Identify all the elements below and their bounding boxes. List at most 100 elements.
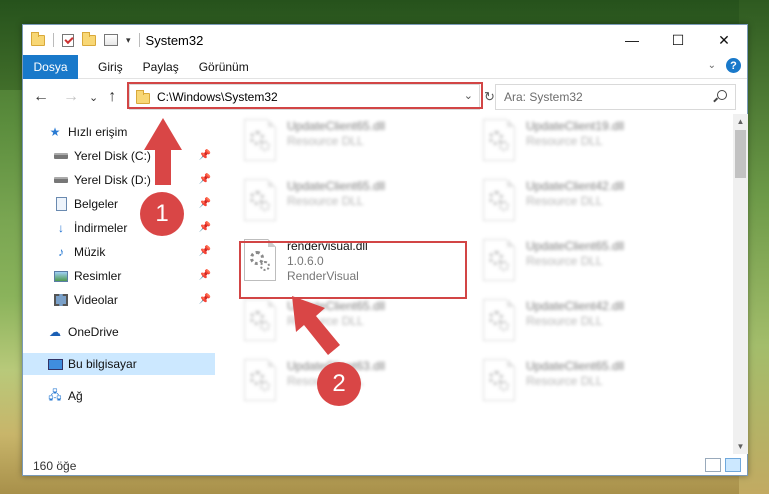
window-controls: — ☐ ✕	[609, 25, 747, 55]
file-item[interactable]: UpdateClient65.dll Resource DLL	[479, 359, 689, 411]
tab-file[interactable]: Dosya	[23, 54, 78, 79]
sidebar-item-this-pc[interactable]: Bu bilgisayar	[23, 353, 215, 375]
properties-check-icon[interactable]	[62, 33, 74, 47]
file-item[interactable]: UpdateClient42.dll Resource DLL	[479, 179, 689, 231]
forward-button[interactable]: →	[63, 88, 79, 106]
file-description: Resource DLL	[526, 194, 603, 208]
scrollbar-thumb[interactable]	[735, 130, 746, 178]
scroll-up-icon[interactable]: ▲	[733, 114, 748, 129]
dll-file-icon	[240, 179, 280, 227]
help-button[interactable]: ?	[726, 58, 741, 73]
file-description: Resource DLL	[287, 194, 364, 208]
sidebar-item-label: Bu bilgisayar	[68, 357, 137, 371]
sidebar-item-label: Videolar	[74, 293, 118, 307]
sidebar-item-videos[interactable]: Videolar 📌	[23, 289, 215, 311]
documents-icon	[53, 197, 69, 211]
sidebar-item-onedrive[interactable]: ☁ OneDrive	[23, 321, 215, 343]
file-item[interactable]: UpdateClient65.dll Resource DLL	[240, 179, 450, 231]
toolbar-divider	[138, 33, 140, 47]
file-item[interactable]: UpdateClient65.dll Resource DLL	[479, 239, 689, 291]
properties-icon[interactable]	[104, 34, 118, 46]
step-marker-2: 2	[317, 362, 361, 406]
up-button[interactable]: ↑	[108, 88, 116, 106]
pin-icon: 📌	[198, 270, 211, 281]
sidebar-item-local-disk-c[interactable]: Yerel Disk (C:) 📌	[23, 145, 215, 167]
recent-locations-button[interactable]: ⌄	[89, 91, 98, 104]
file-name: UpdateClient19.dll	[526, 119, 625, 133]
sidebar-item-local-disk-d[interactable]: Yerel Disk (D:) 📌	[23, 169, 215, 191]
step-marker-1: 1	[140, 192, 184, 236]
tab-home[interactable]: Giriş	[98, 60, 123, 74]
file-highlight-box	[239, 241, 467, 299]
vertical-scrollbar[interactable]: ▲ ▼	[733, 114, 748, 454]
pin-icon: 📌	[198, 198, 211, 209]
details-view-icon[interactable]	[705, 458, 721, 472]
search-placeholder: Ara: System32	[504, 90, 583, 104]
explorer-window: ▾ System32 — ☐ ✕ Dosya Giriş Paylaş Görü…	[22, 24, 748, 476]
pin-icon: 📌	[198, 174, 211, 185]
status-bar: 160 öğe	[23, 455, 747, 476]
pictures-icon	[53, 269, 69, 283]
sidebar-item-label: Yerel Disk (C:)	[74, 149, 151, 163]
file-name: UpdateClient42.dll	[526, 299, 625, 313]
drive-icon	[53, 149, 69, 163]
file-item[interactable]: UpdateClient42.dll Resource DLL	[479, 299, 689, 351]
title-bar: ▾ System32 — ☐ ✕	[23, 25, 747, 55]
computer-icon	[47, 357, 63, 371]
ribbon-tabs: Dosya Giriş Paylaş Görünüm ⌄ ?	[23, 54, 747, 79]
file-item[interactable]: UpdateClient65.dll Resource DLL	[240, 299, 450, 351]
sidebar-item-label: Belgeler	[74, 197, 119, 211]
sidebar-item-label: Ağ	[68, 389, 83, 403]
pin-icon: 📌	[198, 294, 211, 305]
minimize-button[interactable]: —	[609, 25, 655, 55]
file-description: Resource DLL	[526, 314, 603, 328]
dll-file-icon	[479, 359, 519, 407]
tab-view[interactable]: Görünüm	[199, 60, 249, 74]
sidebar-item-network[interactable]: 🖧 Ağ	[23, 385, 215, 407]
sidebar-item-music[interactable]: ♪ Müzik 📌	[23, 241, 215, 263]
search-icon[interactable]	[717, 90, 727, 100]
file-description: Resource DLL	[526, 134, 603, 148]
sidebar-item-label: Hızlı erişim	[68, 125, 128, 139]
ribbon-right-controls: ⌄ ?	[708, 58, 741, 73]
close-button[interactable]: ✕	[701, 25, 747, 55]
file-description: Resource DLL	[287, 134, 364, 148]
pin-icon: 📌	[198, 246, 211, 257]
tab-share[interactable]: Paylaş	[143, 60, 179, 74]
pin-icon: 📌	[198, 222, 211, 233]
videos-icon	[53, 293, 69, 307]
maximize-button[interactable]: ☐	[655, 25, 701, 55]
search-input[interactable]: Ara: System32	[495, 84, 736, 110]
network-icon: 🖧	[48, 387, 62, 402]
sidebar-item-quick-access[interactable]: ★ Hızlı erişim	[23, 121, 215, 143]
tiles-view-icon[interactable]	[725, 458, 741, 472]
customize-toolbar-icon[interactable]: ▾	[126, 35, 131, 46]
sidebar-item-pictures[interactable]: Resimler 📌	[23, 265, 215, 287]
back-button[interactable]: ←	[33, 88, 49, 106]
sidebar-item-documents[interactable]: Belgeler 📌	[23, 193, 215, 215]
new-folder-icon[interactable]	[82, 31, 96, 46]
sidebar-item-label: Yerel Disk (D:)	[74, 173, 151, 187]
sidebar-item-label: İndirmeler	[74, 221, 128, 235]
file-name: UpdateClient65.dll	[526, 239, 625, 253]
sidebar-item-label: Resimler	[74, 269, 122, 283]
address-highlight-box	[127, 82, 483, 109]
file-description: Resource DLL	[287, 314, 364, 328]
file-item[interactable]: UpdateClient65.dll Resource DLL	[240, 119, 450, 171]
chevron-down-icon[interactable]: ⌄	[708, 60, 716, 71]
view-switcher	[705, 458, 741, 472]
dll-file-icon	[479, 119, 519, 167]
drive-icon	[53, 173, 69, 187]
cloud-icon: ☁	[49, 325, 61, 339]
file-name: UpdateClient65.dll	[287, 179, 386, 193]
scroll-down-icon[interactable]: ▼	[733, 439, 748, 454]
pin-icon: 📌	[198, 150, 211, 161]
dll-file-icon	[479, 179, 519, 227]
file-name: UpdateClient65.dll	[287, 299, 386, 313]
sidebar-item-label: OneDrive	[68, 325, 119, 339]
quick-access-toolbar: ▾	[23, 31, 140, 47]
file-item[interactable]: UpdateClient19.dll Resource DLL	[479, 119, 689, 171]
dll-file-icon	[240, 359, 280, 407]
sidebar-item-downloads[interactable]: ↓ İndirmeler 📌	[23, 217, 215, 239]
file-description: Resource DLL	[526, 374, 603, 388]
